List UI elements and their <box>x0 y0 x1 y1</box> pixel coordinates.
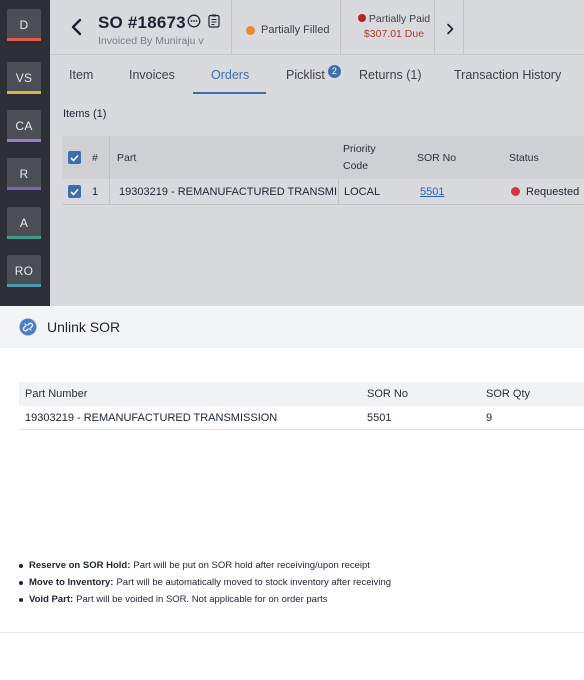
order-subtitle: Invoiced By Muniraju v <box>98 35 204 47</box>
chevron-right-icon <box>447 23 454 35</box>
rail-item-color-bar <box>7 91 41 94</box>
payment-due: $307.01 Due <box>363 28 425 40</box>
chevron-left-icon <box>71 18 82 36</box>
tab-picklist[interactable]: Picklist 2 <box>286 55 341 95</box>
divider <box>0 632 584 633</box>
divider <box>231 0 232 54</box>
modal-header: Unlink SOR <box>0 306 584 348</box>
divider <box>434 0 435 54</box>
column-header-sor-no: SOR No <box>417 151 457 164</box>
rail-item-a[interactable]: A <box>7 207 41 239</box>
order-header: SO #18673 Invoiced By Muniraju v Partial… <box>50 0 584 55</box>
order-tabs: Item Invoices Orders Picklist 2 Returns (… <box>50 55 584 95</box>
column-header-part: Part <box>117 151 137 164</box>
divider <box>109 179 110 204</box>
rail-item-color-bar <box>7 187 41 190</box>
rail-item-r[interactable]: R <box>7 158 41 190</box>
column-header-sor-qty: SOR Qty <box>486 388 531 400</box>
rail-item-ca[interactable]: CA <box>7 110 41 142</box>
items-count-label: Items (1) <box>63 108 107 120</box>
table-header-row: Part Number SOR No SOR Qty <box>19 382 584 406</box>
unlink-icon <box>19 318 37 336</box>
cell-part-number: 19303219 - REMANUFACTURED TRANSMISSION <box>25 411 278 424</box>
rail-item-color-bar <box>7 38 41 41</box>
back-button[interactable] <box>66 16 86 38</box>
tab-invoices[interactable]: Invoices <box>129 55 175 95</box>
table-row[interactable]: 1 19303219 - REMANUFACTURED TRANSMISSION… <box>62 179 584 205</box>
order-title: SO #18673 <box>98 13 186 32</box>
chat-icon[interactable] <box>187 14 201 28</box>
notes-icon[interactable] <box>207 14 221 28</box>
list-item: Move to Inventory: Part will be automatic… <box>19 574 391 591</box>
cell-sor-no: 5501 <box>367 411 392 424</box>
rail-item-color-bar <box>7 236 41 239</box>
divider <box>463 0 464 54</box>
rail-item-color-bar <box>7 284 41 287</box>
fill-status: Partially Filled <box>246 24 329 36</box>
left-rail: D VS CA R A RO <box>0 0 50 306</box>
select-all-checkbox[interactable] <box>68 136 81 179</box>
action-notes: Reserve on SOR Hold: Part will be put on … <box>19 557 391 608</box>
bullet <box>19 563 23 568</box>
tab-orders[interactable]: Orders <box>211 55 249 95</box>
modal-title: Unlink SOR <box>47 319 121 335</box>
bullet <box>19 597 23 602</box>
list-item: Reserve on SOR Hold: Part will be put on … <box>19 557 391 574</box>
sor-number-link[interactable]: 5501 <box>420 179 444 204</box>
rail-item-vs[interactable]: VS <box>7 62 41 94</box>
row-num: 1 <box>92 185 99 198</box>
list-item: Void Part: Part will be voided in SOR. No… <box>19 591 391 608</box>
table-header-row: # Part Priority Code SOR No Status <box>62 136 584 179</box>
tab-item[interactable]: Item <box>69 55 93 95</box>
column-header-status: Status <box>509 151 539 164</box>
rail-item-ro[interactable]: RO <box>7 255 41 287</box>
unlink-sor-modal: Unlink SOR Part Number SOR No SOR Qty 19… <box>0 306 584 680</box>
column-header-num: # <box>92 151 98 164</box>
status-dot <box>357 14 366 22</box>
status-dot <box>246 25 255 35</box>
column-header-sor-no: SOR No <box>367 388 408 400</box>
column-header-part-number: Part Number <box>25 388 88 400</box>
column-header-priority-code: Priority Code <box>343 142 376 172</box>
row-priority: LOCAL <box>344 185 381 198</box>
divider <box>340 0 341 54</box>
picklist-count-badge: 2 <box>327 64 341 78</box>
tab-returns[interactable]: Returns (1) <box>359 55 422 95</box>
row-checkbox[interactable] <box>68 179 81 204</box>
divider <box>338 179 339 204</box>
cell-sor-qty: 9 <box>486 411 493 424</box>
active-tab-indicator <box>193 92 266 94</box>
check-icon <box>70 188 79 196</box>
row-part: 19303219 - REMANUFACTURED TRANSMISSION <box>119 185 337 198</box>
bullet <box>19 580 23 585</box>
payment-status: Partially Paid $307.01 Due <box>354 12 434 42</box>
check-icon <box>70 154 79 162</box>
background-app: D VS CA R A RO SO #18673 Invoiced By Mun… <box>0 0 584 306</box>
divider <box>109 136 110 179</box>
tab-transaction-history[interactable]: Transaction History <box>454 55 561 95</box>
row-status: Requested <box>511 179 579 204</box>
status-dot <box>511 187 520 196</box>
table-row: 19303219 - REMANUFACTURED TRANSMISSION 5… <box>19 406 584 430</box>
header-next-button[interactable] <box>442 19 458 39</box>
rail-item-d[interactable]: D <box>7 9 41 41</box>
rail-item-color-bar <box>7 139 41 142</box>
